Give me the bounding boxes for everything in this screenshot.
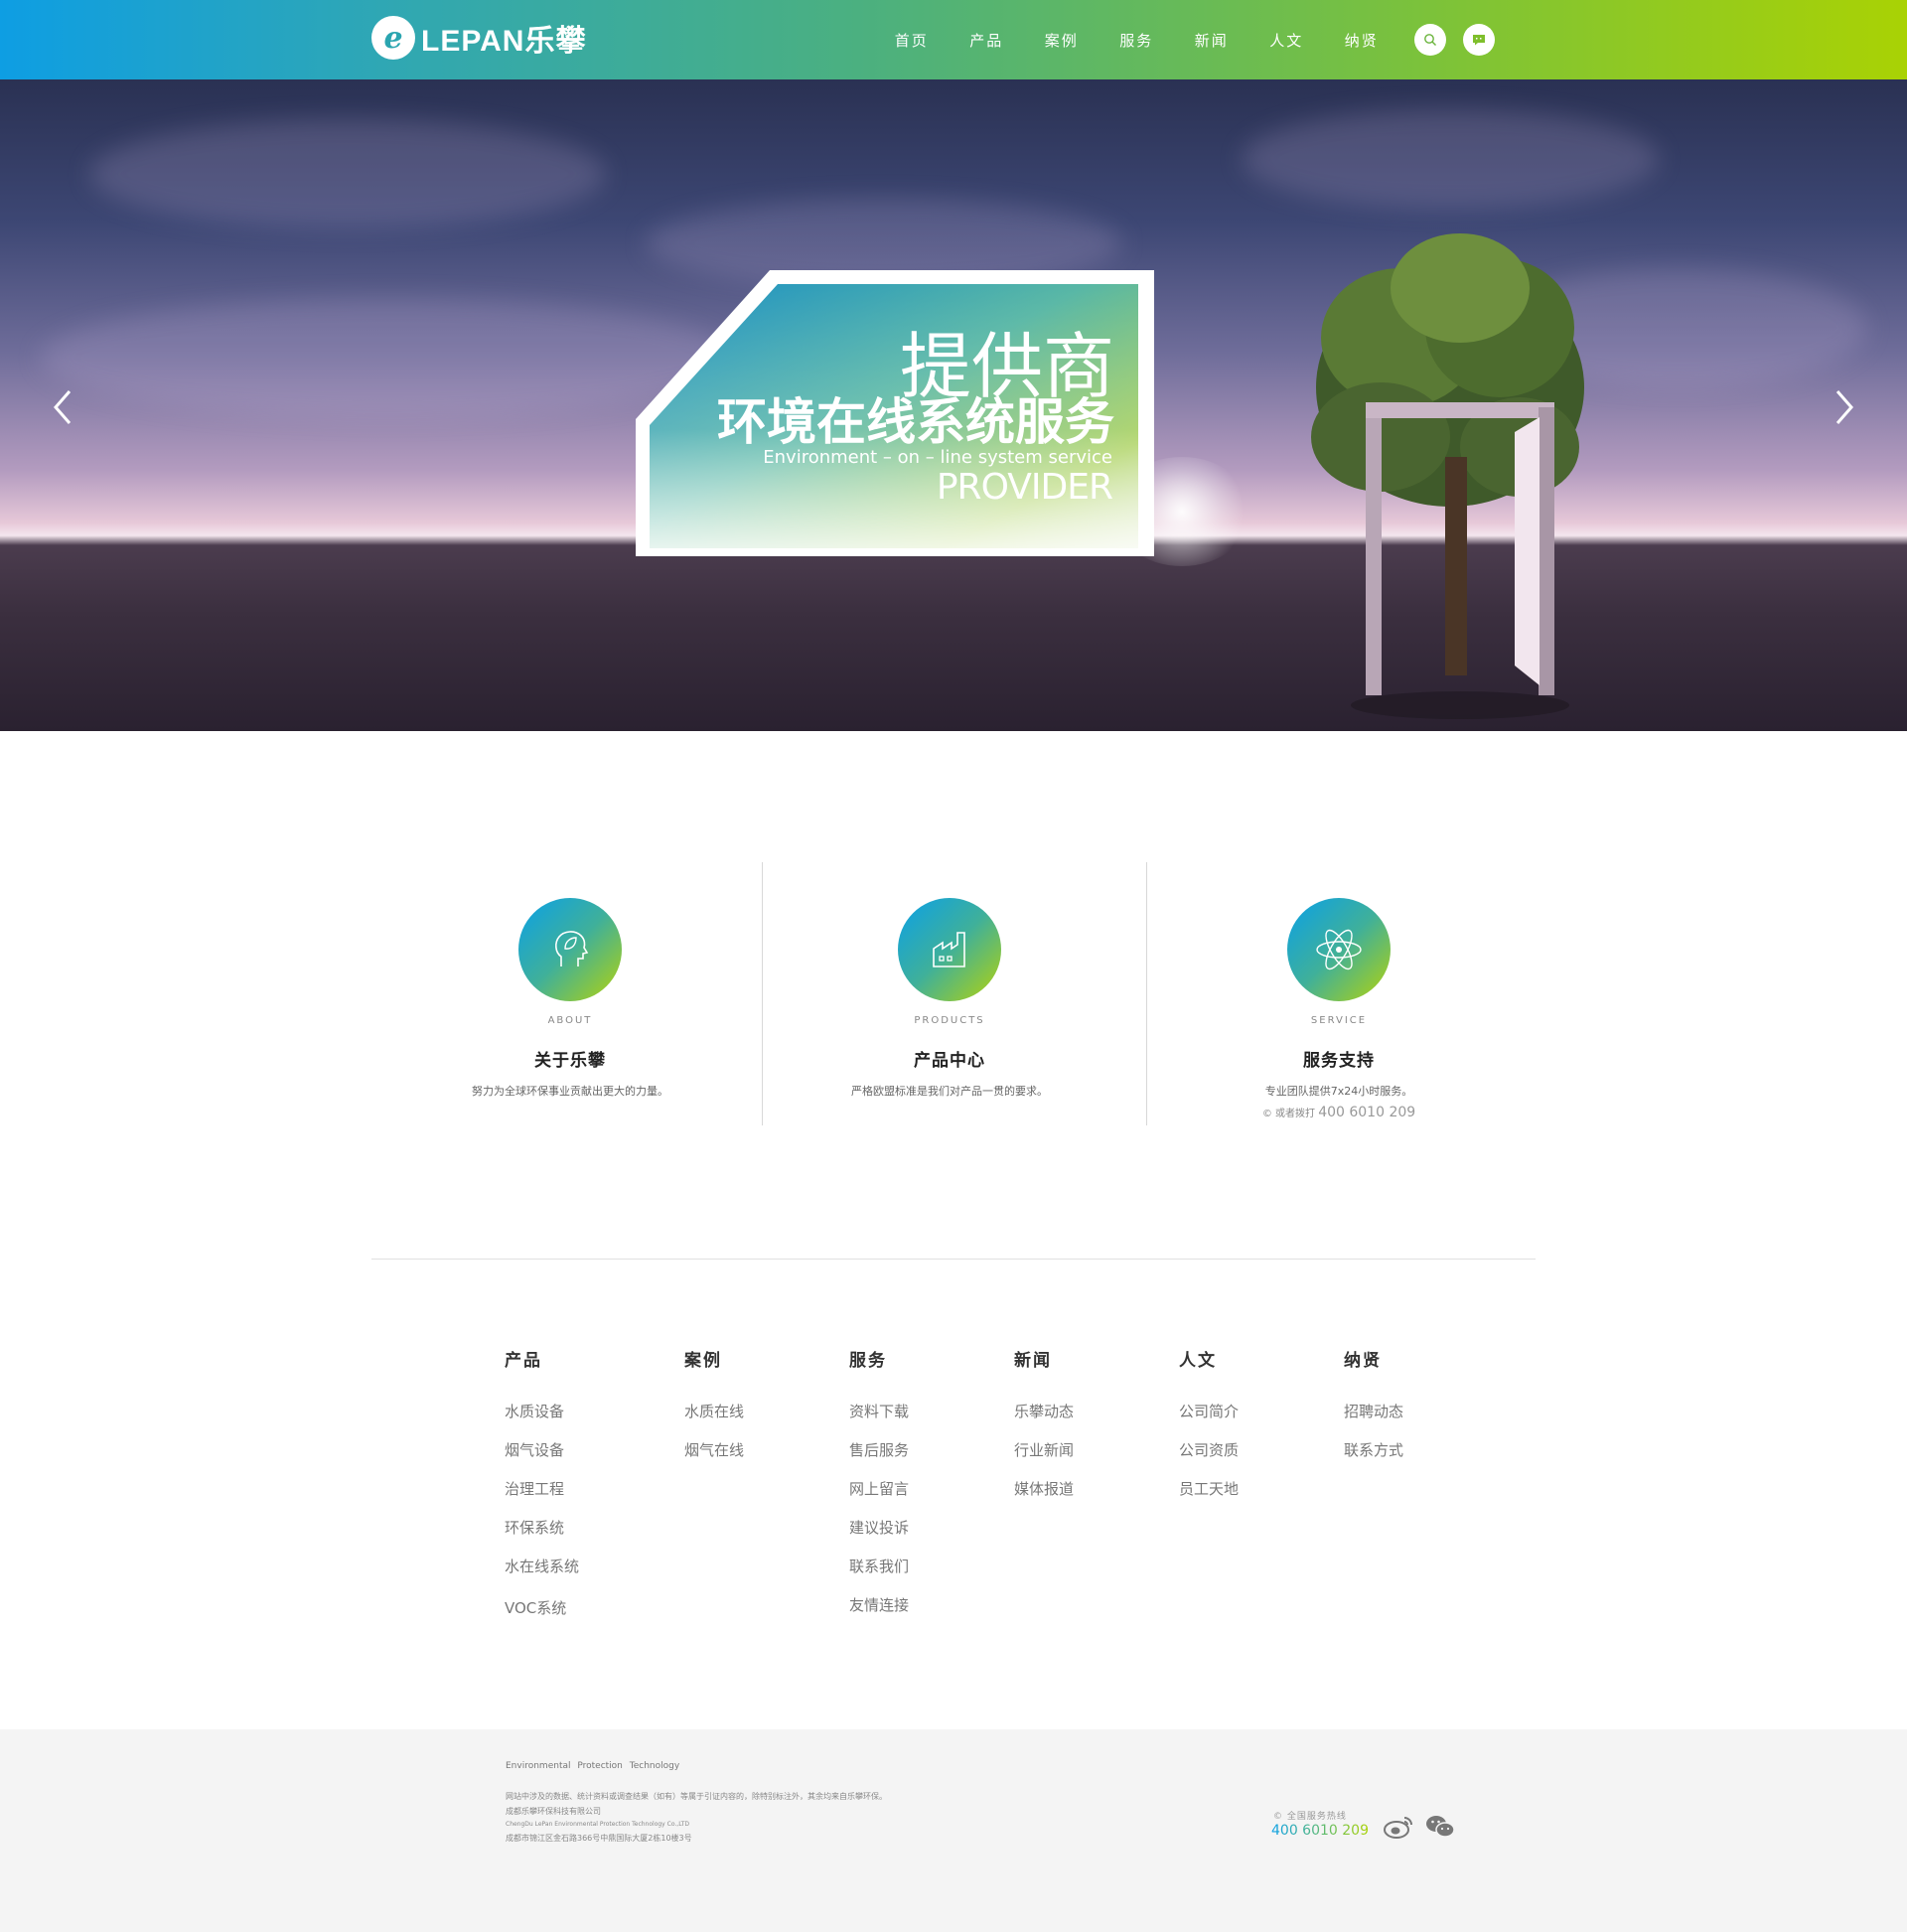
sitemap-col-service: 服务 资料下载 售后服务 网上留言 建议投诉 联系我们 友情连接	[849, 1346, 909, 1634]
footer-hotline-label: © 全国服务热线	[1273, 1812, 1347, 1822]
sitemap-col-title[interactable]: 人文	[1179, 1346, 1239, 1372]
nav-item-home[interactable]: 首页	[874, 30, 950, 51]
feature-title: 产品中心	[914, 1051, 985, 1071]
sitemap-link[interactable]: 水质设备	[505, 1402, 579, 1440]
feature-en-label: ABOUT	[547, 1015, 593, 1026]
sitemap-link[interactable]: 水在线系统	[505, 1557, 579, 1595]
feature-title: 服务支持	[1303, 1051, 1375, 1071]
footer-tagline: Environmental Protection Technology	[506, 1761, 680, 1771]
factory-icon	[898, 898, 1001, 1001]
feature-about[interactable]: ABOUT 关于乐攀 努力为全球环保事业贡献出更大的力量。	[421, 898, 719, 1099]
footer-company-en: ChengDu LePan Environmental Protection T…	[506, 1821, 690, 1828]
feature-hotline: © 或者拨打 400 6010 209	[1190, 1105, 1488, 1120]
nav-item-careers[interactable]: 纳贤	[1324, 30, 1399, 51]
chat-button[interactable]	[1463, 24, 1495, 56]
logo[interactable]: e LEPAN乐攀	[371, 14, 586, 62]
hero-title-2: 环境在线系统服务	[717, 393, 1114, 451]
sitemap-link[interactable]: 售后服务	[849, 1440, 909, 1479]
sitemap-col-title[interactable]: 新闻	[1014, 1346, 1074, 1372]
main-nav: 首页 产品 案例 服务 新闻 人文 纳贤	[874, 0, 1399, 79]
search-icon	[1424, 34, 1436, 46]
sitemap-link[interactable]: 环保系统	[505, 1518, 579, 1557]
sitemap-link[interactable]: 烟气设备	[505, 1440, 579, 1479]
feature-products[interactable]: PRODUCTS 产品中心 严格欧盟标准是我们对产品一贯的要求。	[801, 898, 1099, 1099]
footer-disclaimer: 网站中涉及的数据、统计资料或调查结果（如有）等属于引证内容的，除特别标注外，其余…	[506, 1792, 887, 1801]
feature-desc: 严格欧盟标准是我们对产品一贯的要求。	[851, 1085, 1048, 1098]
hotline-label: © 或者拨打	[1261, 1109, 1315, 1119]
feature-service[interactable]: SERVICE 服务支持 专业团队提供7x24小时服务。 © 或者拨打 400 …	[1190, 898, 1488, 1120]
nav-item-culture[interactable]: 人文	[1249, 30, 1325, 51]
feature-en-label: PRODUCTS	[914, 1015, 985, 1026]
hero-subtitle-en: Environment – on – line system service	[763, 447, 1112, 468]
sitemap-link[interactable]: 公司简介	[1179, 1402, 1239, 1440]
feature-en-label: SERVICE	[1310, 1015, 1368, 1026]
logo-text: LEPAN乐攀	[421, 25, 587, 58]
search-button[interactable]	[1414, 24, 1446, 56]
sitemap-link[interactable]: 招聘动态	[1344, 1402, 1403, 1440]
sitemap-link[interactable]: VOC系统	[505, 1598, 579, 1637]
sitemap-col-title[interactable]: 服务	[849, 1346, 909, 1372]
sitemap-link[interactable]: 联系方式	[1344, 1440, 1403, 1479]
feature-divider	[762, 862, 763, 1125]
sitemap-col-cases: 案例 水质在线 烟气在线	[684, 1346, 744, 1479]
nav-item-cases[interactable]: 案例	[1024, 30, 1100, 51]
sitemap-col-title[interactable]: 产品	[505, 1346, 579, 1372]
sitemap-link[interactable]: 水质在线	[684, 1402, 744, 1440]
sitemap-col-culture: 人文 公司简介 公司资质 员工天地	[1179, 1346, 1239, 1518]
tree-door-illustration	[1311, 233, 1584, 719]
sitemap-col-news: 新闻 乐攀动态 行业新闻 媒体报道	[1014, 1346, 1074, 1518]
next-slide-button[interactable]	[1824, 377, 1863, 437]
sitemap-link[interactable]: 友情连接	[849, 1595, 909, 1634]
weibo-icon[interactable]	[1383, 1813, 1414, 1841]
logo-mark: e	[371, 16, 415, 60]
sitemap-link[interactable]: 媒体报道	[1014, 1479, 1074, 1518]
sitemap-link[interactable]: 资料下载	[849, 1402, 909, 1440]
feature-desc: 专业团队提供7x24小时服务。	[1264, 1085, 1413, 1098]
head-leaf-icon	[518, 898, 622, 1001]
atom-icon	[1287, 898, 1391, 1001]
wechat-icon[interactable]	[1424, 1813, 1456, 1841]
feature-desc: 努力为全球环保事业贡献出更大的力量。	[472, 1085, 668, 1098]
sitemap-link[interactable]: 员工天地	[1179, 1479, 1239, 1518]
sitemap-col-careers: 纳贤 招聘动态 联系方式	[1344, 1346, 1403, 1479]
sitemap-col-title[interactable]: 纳贤	[1344, 1346, 1403, 1372]
sitemap-col-title[interactable]: 案例	[684, 1346, 744, 1372]
sitemap-link[interactable]: 建议投诉	[849, 1518, 909, 1557]
footer-company: 成都乐攀环保科技有限公司	[506, 1807, 601, 1816]
sitemap-link[interactable]: 公司资质	[1179, 1440, 1239, 1479]
hotline-number[interactable]: 400 6010 209	[1318, 1105, 1415, 1120]
top-nav-bar: e LEPAN乐攀 首页 产品 案例 服务 新闻 人文 纳贤	[0, 0, 1907, 79]
sitemap-link[interactable]: 治理工程	[505, 1479, 579, 1518]
prev-slide-button[interactable]	[44, 377, 83, 437]
nav-item-news[interactable]: 新闻	[1174, 30, 1249, 51]
nav-item-products[interactable]: 产品	[950, 30, 1025, 51]
feature-title: 关于乐攀	[534, 1051, 606, 1071]
footer-address: 成都市锦江区金石路366号中鼎国际大厦2栋10楼3号	[506, 1834, 692, 1843]
hero-banner: 提供商 环境在线系统服务 Environment – on – line sys…	[0, 79, 1907, 731]
sitemap-link[interactable]: 行业新闻	[1014, 1440, 1074, 1479]
sitemap-link[interactable]: 乐攀动态	[1014, 1402, 1074, 1440]
sitemap-link[interactable]: 网上留言	[849, 1479, 909, 1518]
features-section: ABOUT 关于乐攀 努力为全球环保事业贡献出更大的力量。 PRODUCTS 产…	[0, 862, 1907, 1128]
feature-divider	[1146, 862, 1147, 1125]
section-divider	[371, 1259, 1536, 1260]
chat-icon	[1473, 35, 1485, 46]
sitemap-link[interactable]: 烟气在线	[684, 1440, 744, 1479]
hero-provider: PROVIDER	[936, 467, 1113, 508]
footer: Environmental Protection Technology 网站中涉…	[0, 1729, 1907, 1932]
nav-item-service[interactable]: 服务	[1100, 30, 1175, 51]
sitemap-link[interactable]: 联系我们	[849, 1557, 909, 1595]
footer-hotline-number[interactable]: 400 6010 209	[1271, 1823, 1369, 1839]
sitemap-col-products: 产品 水质设备 烟气设备 治理工程 环保系统 水在线系统 VOC系统	[505, 1346, 579, 1637]
